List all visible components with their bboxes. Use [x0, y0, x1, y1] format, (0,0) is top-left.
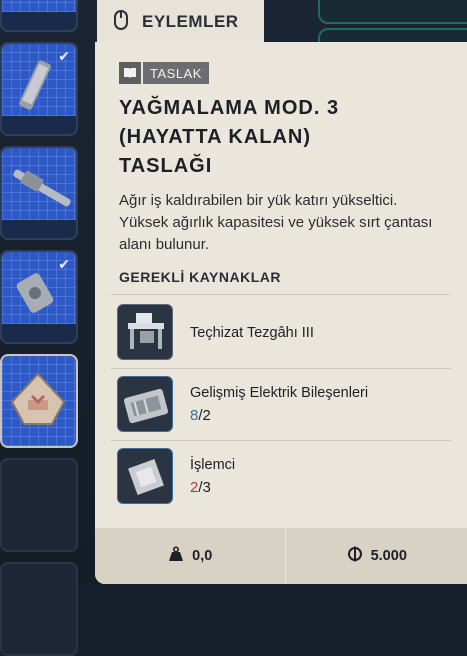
item-title-line: (HAYATTA KALAN): [119, 126, 312, 148]
item-title-line: TASLAĞI: [119, 155, 213, 177]
divider: [111, 368, 451, 369]
item-footer: 0,0 5.000: [95, 528, 467, 584]
item-detail-panel: TASLAK YAĞMALAMA MOD. 3 (HAYATTA KALAN) …: [95, 42, 467, 584]
divider: [111, 440, 451, 441]
mod-item-icon: [13, 169, 71, 207]
requirement-have: 2: [190, 479, 199, 496]
blueprint-badge-label: TASLAK: [143, 62, 209, 84]
requirement-count: 2/3: [190, 479, 211, 496]
requirement-name: Teçhizat Tezgâhı III: [190, 325, 314, 341]
requirement-name: Gelişmiş Elektrik Bileşenleri: [190, 385, 369, 401]
inventory-slot-mod[interactable]: ✔: [0, 250, 78, 344]
item-description: Ağır iş kaldırabilen bir yük katırı yüks…: [119, 192, 433, 253]
mod-item-icon: [16, 273, 54, 313]
mouse-icon: [114, 9, 128, 35]
actions-tab[interactable]: EYLEMLER: [97, 0, 264, 44]
weight-stat: 0,0: [95, 528, 285, 584]
inventory-slot-mod[interactable]: [0, 146, 78, 240]
mod-item-icon: [19, 60, 51, 110]
background-panel-edge: [318, 0, 467, 24]
currency-icon: [347, 546, 363, 567]
requirement-row: Gelişmiş Elektrik Bileşenleri 8/2: [117, 376, 447, 434]
requirement-count: 8/2: [190, 407, 211, 424]
requirement-row: Teçhizat Tezgâhı III: [117, 304, 447, 362]
inventory-slot-empty[interactable]: [0, 458, 78, 552]
item-title-line: YAĞMALAMA MOD. 3: [119, 97, 340, 119]
requirement-name: İşlemci: [190, 457, 236, 473]
divider: [111, 294, 451, 295]
inventory-slot-empty[interactable]: [0, 562, 78, 656]
requirement-need: 2: [202, 407, 211, 424]
weight-value: 0,0: [192, 548, 213, 564]
inventory-slot-selected[interactable]: [0, 354, 78, 448]
requirement-need: 3: [202, 479, 211, 496]
price-stat: 5.000: [285, 528, 467, 584]
requirement-have: 8: [190, 407, 199, 424]
workbench-icon: [117, 304, 173, 360]
weight-icon: [168, 545, 184, 567]
blueprint-badge: TASLAK: [119, 62, 209, 84]
inventory-slot-mod[interactable]: ✔: [0, 42, 78, 136]
actions-tab-label: EYLEMLER: [142, 12, 239, 31]
inventory-slot[interactable]: [0, 0, 78, 32]
price-value: 5.000: [370, 548, 407, 564]
mule-mod-item-icon: [10, 372, 66, 425]
requirement-row: İşlemci 2/3: [117, 448, 447, 506]
electrical-components-icon: [117, 376, 173, 432]
processor-icon: [117, 448, 173, 504]
book-icon: [119, 62, 141, 84]
requirements-heading: GEREKLİ KAYNAKLAR: [119, 269, 281, 285]
item-title: YAĞMALAMA MOD. 3 (HAYATTA KALAN) TASLAĞI: [119, 94, 449, 181]
